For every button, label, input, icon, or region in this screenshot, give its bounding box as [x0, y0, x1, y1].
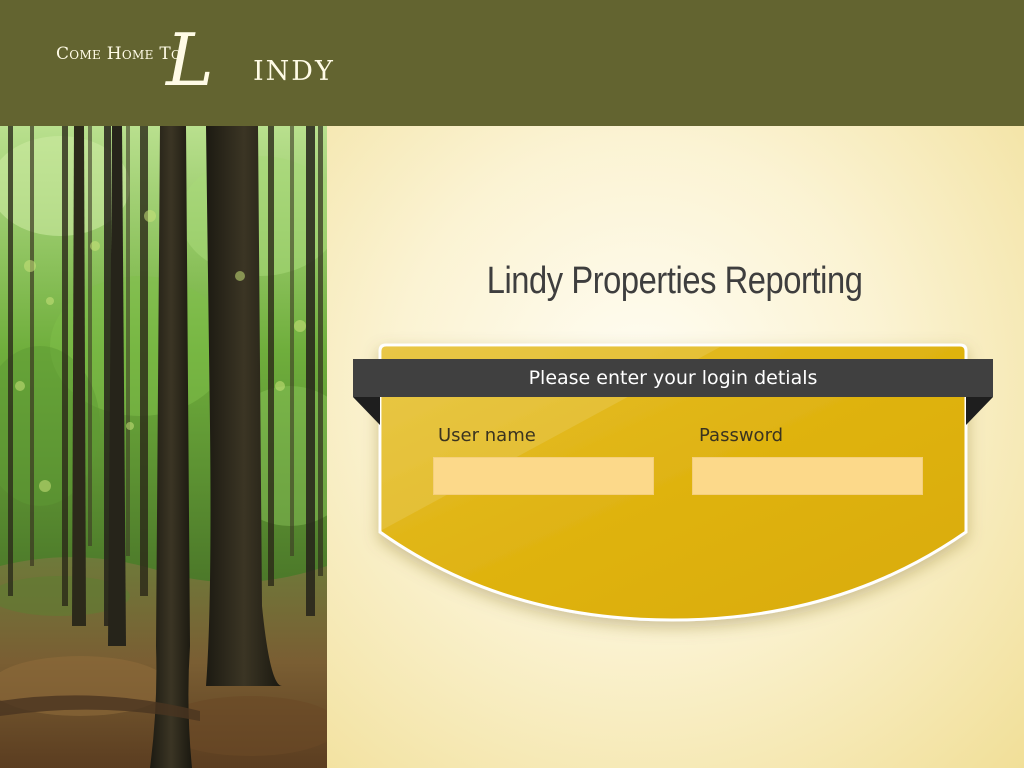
lindy-logo: Come Home To L INDY — [56, 24, 356, 100]
password-label: Password — [699, 425, 784, 446]
username-label: User name — [438, 425, 536, 446]
login-page: Come Home To L INDY Lindy Properties Rep… — [0, 0, 1024, 768]
forest-photo — [0, 126, 327, 768]
logo-initial: L — [166, 18, 214, 102]
main-area: Lindy Properties Reporting — [327, 126, 1024, 768]
logo-rest: INDY — [253, 56, 335, 87]
forest-illustration — [0, 126, 327, 768]
password-input[interactable] — [692, 457, 923, 495]
header-bar: Come Home To L INDY — [0, 0, 1024, 126]
page-title: Lindy Properties Reporting — [486, 260, 863, 302]
login-banner: Please enter your login detials — [353, 359, 993, 397]
username-input[interactable] — [433, 457, 654, 495]
logo-prefix: Come Home To — [56, 44, 182, 64]
